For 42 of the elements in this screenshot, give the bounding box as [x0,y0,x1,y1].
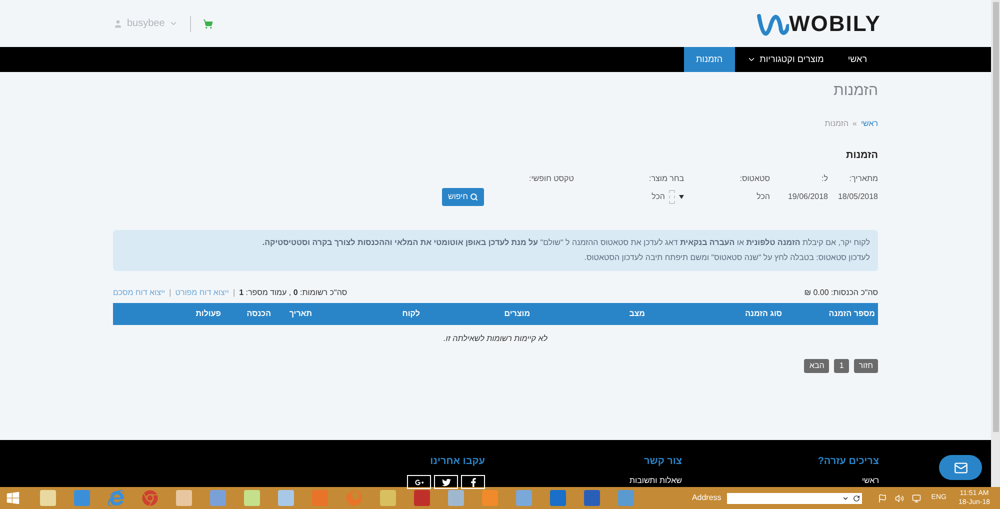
link-separator: | [169,286,172,298]
nav-tab[interactable]: מוצרים וקטגוריות [734,47,836,72]
page-title: הזמנות [834,81,878,101]
footer-heading: צור קשר [644,455,682,469]
breadcrumb-separator: » [852,118,857,130]
filter-label: טקסט חופשי: [529,172,574,184]
info-text: לעדכון סטאטוס: בטבלה לחץ על "שנה סטאטוס" ומשם תיפתח תיבה לעדכון הסטאטוס. [583,252,870,264]
column-header: מצב [629,308,645,318]
section-title: הזמנות [846,148,878,162]
column-header: סוג הזמנה [745,308,782,318]
column-header: הכנסה [246,308,271,318]
nav-tab[interactable]: הזמנות [684,47,735,72]
total-income: סה"כ הכנסות: 0.00 ₪ [804,286,878,298]
nav-tab[interactable]: ראשי [836,47,879,72]
filter-value[interactable]: 18/05/2018 [838,190,878,202]
pagination-button[interactable]: חזור [854,358,878,372]
filter-label: ל: [822,172,828,184]
info-text: לקוח יקר, אם קיבלת הזמנה טלפונית או העברה בנקאית דאג לעדכן את סטאטוס ההזמנה ל "שולם" על מנת לעדכן באופן אוטומטי את המלאי וההכנסות לצורך בקרה וסטטיסטיקה. [261,236,870,248]
search-button[interactable]: חיפוש [442,188,484,206]
column-header: מוצרים [504,308,530,318]
filter-value[interactable]: 19/06/2018 [788,190,828,202]
link-separator: | [233,286,236,298]
pagination-button[interactable]: 1 [834,358,849,372]
empty-message: לא קיימות רשומות לשאילתה זו. [444,332,548,344]
pagination-button[interactable]: הבא [804,358,830,372]
footer-link[interactable]: ראשי [862,475,879,487]
filter-label: בחר מוצר: [649,172,684,184]
address-label: Address [692,492,722,504]
filter-label: סטאטוס: [740,172,770,184]
logo[interactable]: WOBILY [757,7,881,40]
filter-value[interactable]: הכל [756,190,770,202]
footer-link[interactable]: שאלות ותשובות [629,475,682,487]
column-header: מספר הזמנה [828,308,875,318]
column-header: לקוח [402,308,420,318]
footer-heading: צריכים עזרה? [818,455,879,469]
column-header: פעולות [196,308,221,318]
breadcrumb-current: הזמנות [824,118,848,130]
product-select[interactable]: הכל [652,190,684,204]
column-header: תאריך [289,308,312,318]
filter-label: מתאריך: [849,172,878,184]
breadcrumb-link[interactable]: ראשי [860,118,878,130]
footer-heading: עקבו אחרינו [430,455,485,469]
